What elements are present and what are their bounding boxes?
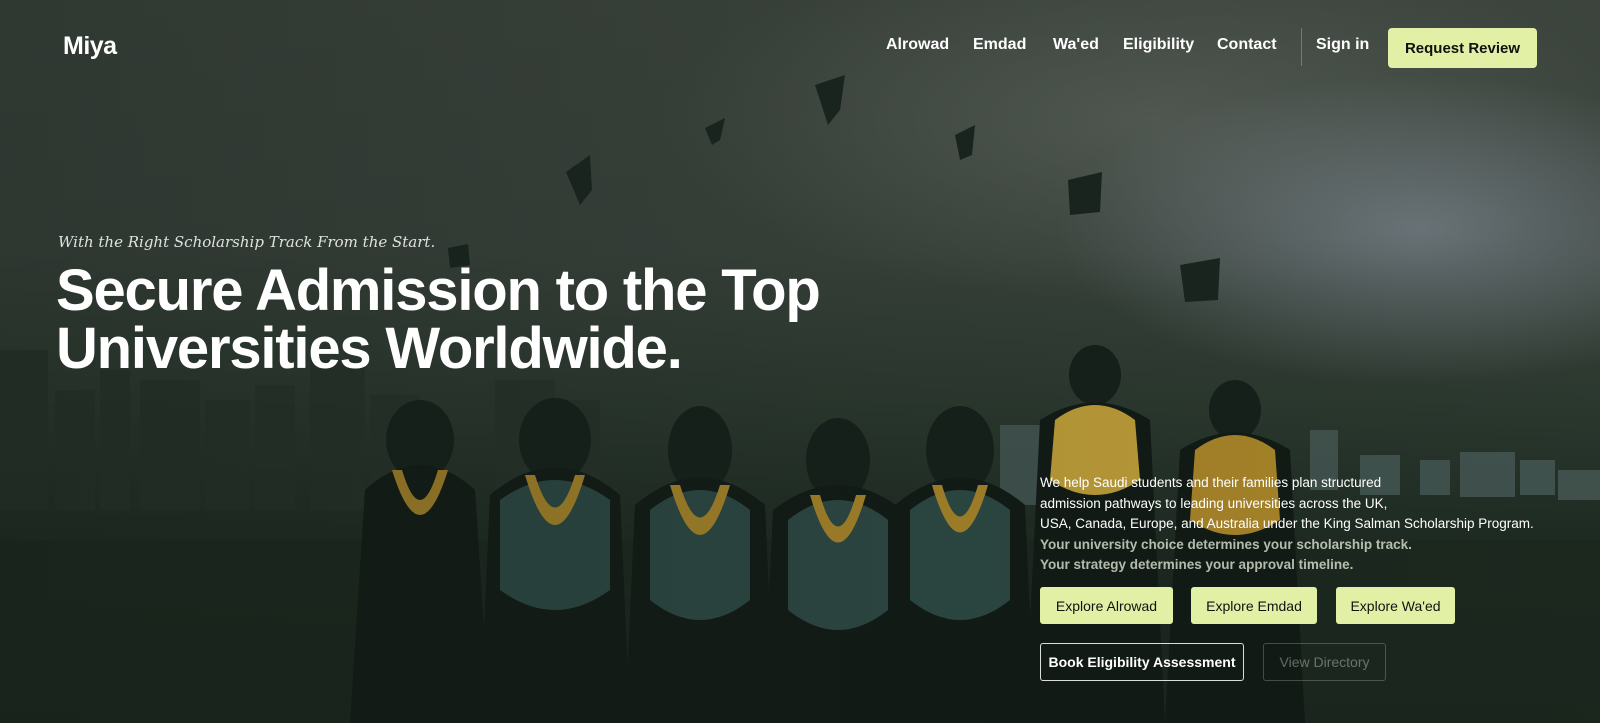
hero-tagline: With the Right Scholarship Track From th… bbox=[58, 233, 436, 251]
hero-headline: Secure Admission to the Top Universities… bbox=[56, 262, 856, 378]
description-line: We help Saudi students and their familie… bbox=[1040, 475, 1382, 490]
emphasis-line: Your university choice determines your s… bbox=[1040, 536, 1412, 552]
nav-item-eligibility[interactable]: Eligibility bbox=[1123, 36, 1194, 54]
explore-waed-button[interactable]: Explore Wa'ed bbox=[1336, 587, 1455, 624]
nav-item-contact[interactable]: Contact bbox=[1217, 36, 1277, 54]
nav-item-alrowad[interactable]: Alrowad bbox=[886, 36, 949, 54]
nav-item-emdad[interactable]: Emdad bbox=[973, 36, 1026, 54]
nav-divider bbox=[1301, 28, 1302, 66]
request-review-button[interactable]: Request Review bbox=[1388, 28, 1537, 68]
view-directory-button[interactable]: View Directory bbox=[1263, 643, 1386, 681]
hero-headline-line-2: Universities Worldwide. bbox=[56, 316, 683, 381]
explore-emdad-button[interactable]: Explore Emdad bbox=[1191, 587, 1317, 624]
explore-alrowad-button[interactable]: Explore Alrowad bbox=[1040, 587, 1173, 624]
emphasis-line: Your strategy determines your approval t… bbox=[1040, 557, 1354, 572]
hero-description: We help Saudi students and their familie… bbox=[1040, 473, 1560, 576]
sign-in-link[interactable]: Sign in bbox=[1316, 36, 1369, 54]
nav-item-waed[interactable]: Wa'ed bbox=[1053, 36, 1099, 54]
description-line: admission pathways to leading universiti… bbox=[1040, 495, 1388, 511]
hero-headline-line-1: Secure Admission to the Top bbox=[56, 258, 821, 323]
book-eligibility-assessment-button[interactable]: Book Eligibility Assessment bbox=[1040, 643, 1244, 681]
description-line: USA, Canada, Europe, and Australia under… bbox=[1040, 516, 1534, 531]
brand-logo[interactable]: Miya bbox=[63, 32, 117, 61]
